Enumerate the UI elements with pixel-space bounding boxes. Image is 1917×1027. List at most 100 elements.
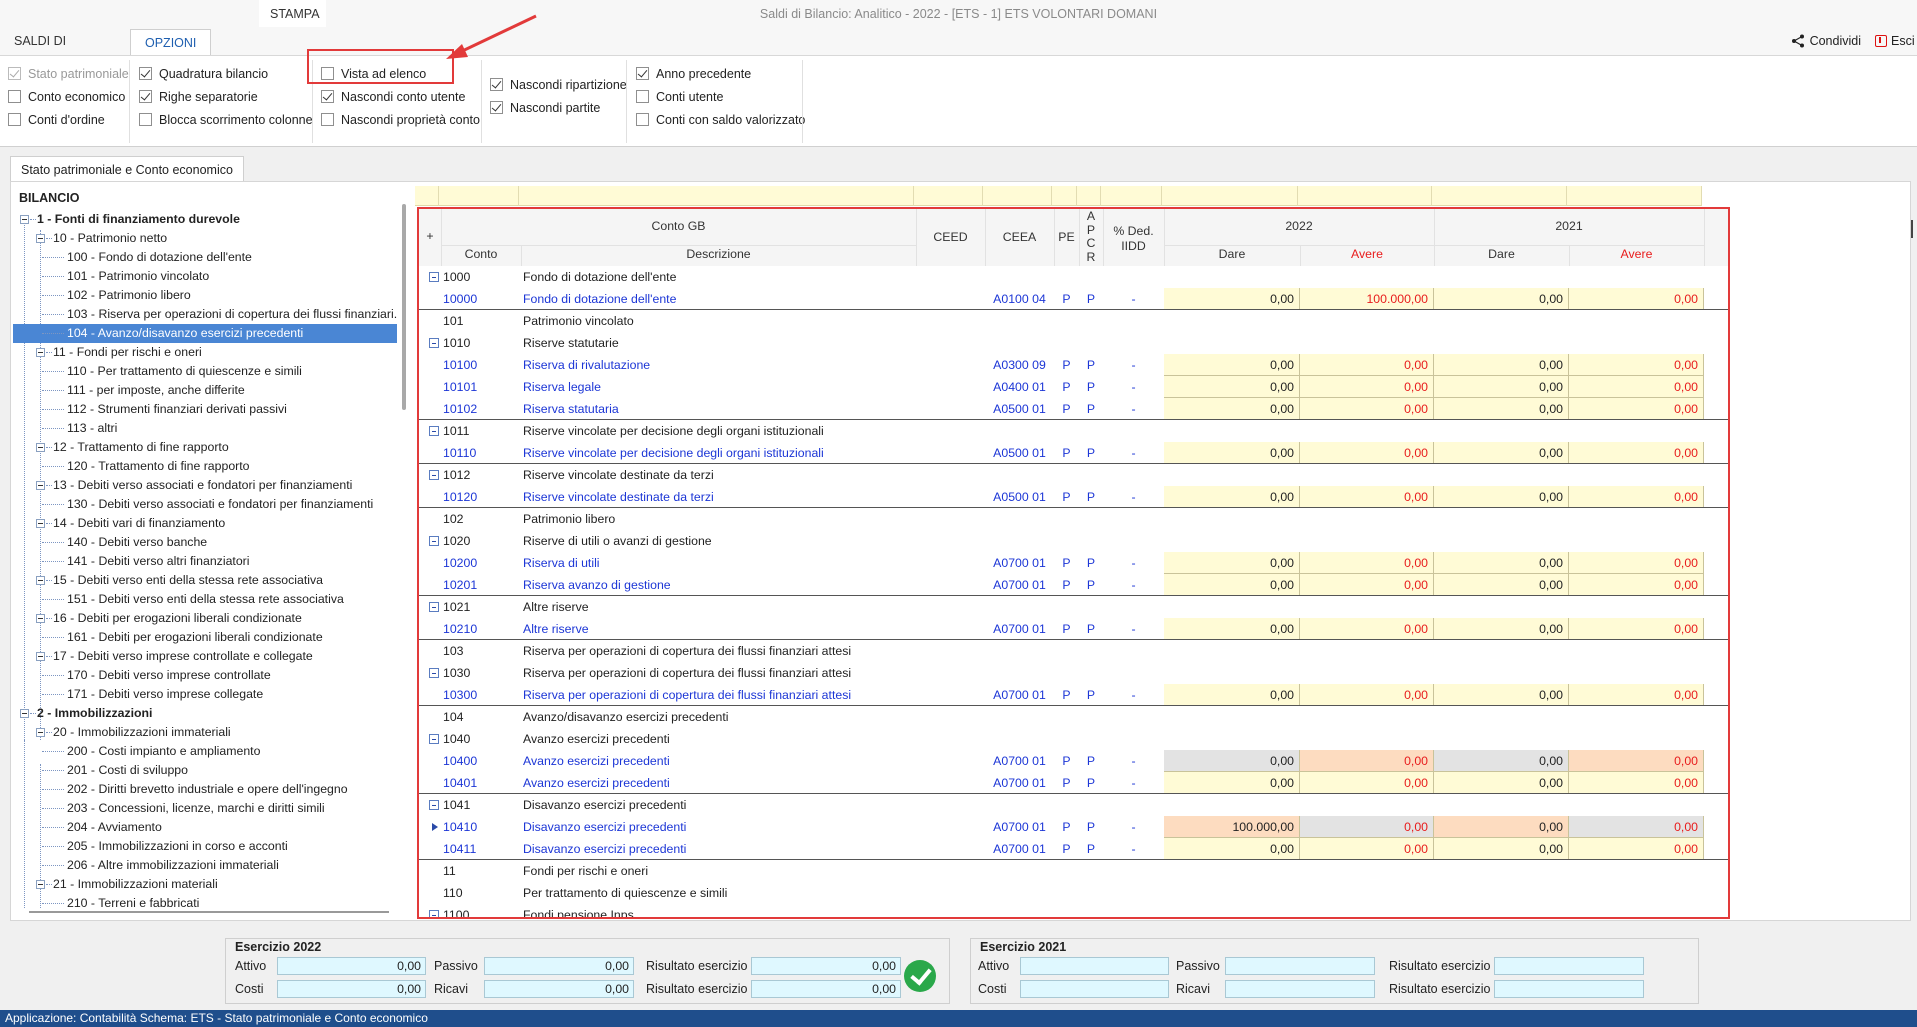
cell-avere-2022[interactable]: 0,00: [1300, 398, 1434, 420]
tree-node[interactable]: 11 - Fondi per rischi e oneri: [13, 343, 397, 362]
cell-conto[interactable]: 10410: [443, 816, 523, 838]
cell-avere-2021[interactable]: 0,00: [1569, 574, 1704, 596]
tree-node[interactable]: 171 - Debiti verso imprese collegate: [13, 685, 397, 704]
cell-dare-2021[interactable]: 0,00: [1434, 486, 1569, 508]
tree-node[interactable]: 113 - altri: [13, 419, 397, 438]
collapse-icon[interactable]: [429, 734, 439, 744]
cell-descrizione[interactable]: Altre riserve: [523, 618, 918, 640]
account-row[interactable]: 10200 Riserva di utili A0700 01 P P -0,00 0,00…: [419, 552, 1728, 574]
cell-dare-2021[interactable]: 0,00: [1434, 574, 1569, 596]
cell-avere-2021[interactable]: 0,00: [1569, 398, 1704, 420]
filter-cell[interactable]: [415, 186, 439, 206]
tree-node[interactable]: 2 - Immobilizzazioni: [13, 704, 397, 723]
tree-node[interactable]: 206 - Altre immobilizzazioni immateriali: [13, 856, 397, 875]
account-row[interactable]: 10102 Riserva statutaria A0500 01 P P -0,00 0,…: [419, 398, 1728, 420]
checkbox[interactable]: [8, 113, 21, 126]
cell-dare-2021[interactable]: 0,00: [1434, 442, 1569, 464]
cell-dare-2022[interactable]: 0,00: [1164, 376, 1300, 398]
cell-dare-2022[interactable]: 100.000,00: [1164, 816, 1300, 838]
filter-cell[interactable]: [1162, 186, 1298, 206]
account-row[interactable]: 10120 Riserve vincolate destinate da terz…: [419, 486, 1728, 508]
collapse-icon[interactable]: [429, 800, 439, 810]
cell-conto[interactable]: 10401: [443, 772, 523, 794]
tree-node[interactable]: 100 - Fondo di dotazione dell'ente: [13, 248, 397, 267]
collapse-icon[interactable]: [36, 576, 45, 585]
cell-avere-2022[interactable]: 0,00: [1300, 684, 1434, 706]
header-ceea[interactable]: CEEA: [985, 230, 1054, 244]
cell-descrizione[interactable]: Riserva di utili: [523, 552, 918, 574]
tree-node[interactable]: 20 - Immobilizzazioni immateriali: [13, 723, 397, 742]
cell-dare-2021[interactable]: 0,00: [1434, 838, 1569, 860]
checkbox[interactable]: [321, 90, 334, 103]
cell-avere-2021[interactable]: 0,00: [1569, 442, 1704, 464]
scroll-thumb[interactable]: [402, 204, 406, 410]
tree-node[interactable]: 104 - Avanzo/disavanzo esercizi preceden…: [13, 324, 397, 343]
cell-avere-2022[interactable]: 0,00: [1300, 354, 1434, 376]
cell-avere-2022[interactable]: 0,00: [1300, 486, 1434, 508]
grid-vertical-scrollbar[interactable]: [1911, 220, 1913, 238]
tree-node[interactable]: 141 - Debiti verso altri finanziatori: [13, 552, 397, 571]
checkbox[interactable]: [139, 67, 152, 80]
cell-avere-2021[interactable]: 0,00: [1569, 618, 1704, 640]
collapse-icon[interactable]: [20, 215, 29, 224]
cell-descrizione[interactable]: Disavanzo esercizi precedenti: [523, 816, 918, 838]
cell-dare-2022[interactable]: 0,00: [1164, 838, 1300, 860]
collapse-icon[interactable]: [429, 668, 439, 678]
cell-avere-2021[interactable]: 0,00: [1569, 552, 1704, 574]
cell-dare-2021[interactable]: 0,00: [1434, 772, 1569, 794]
group-row[interactable]: 101 Patrimonio vincolato: [419, 310, 1728, 332]
cell-avere-2021[interactable]: 0,00: [1569, 684, 1704, 706]
cell-avere-2022[interactable]: 0,00: [1300, 750, 1434, 772]
cell-dare-2021[interactable]: 0,00: [1434, 750, 1569, 772]
cell-dare-2022[interactable]: 0,00: [1164, 772, 1300, 794]
cell-dare-2021[interactable]: 0,00: [1434, 288, 1569, 310]
group-row[interactable]: 1040 Avanzo esercizi precedenti: [419, 728, 1728, 750]
cell-dare-2022[interactable]: 0,00: [1164, 398, 1300, 420]
cell-dare-2022[interactable]: 0,00: [1164, 442, 1300, 464]
header-descrizione[interactable]: Descrizione: [521, 247, 916, 261]
tree-node[interactable]: 204 - Avviamento: [13, 818, 397, 837]
account-row[interactable]: 10000 Fondo di dotazione dell'ente A0100 0…: [419, 288, 1728, 310]
cell-avere-2021[interactable]: 0,00: [1569, 838, 1704, 860]
collapse-icon[interactable]: [429, 426, 439, 436]
checkbox[interactable]: [139, 90, 152, 103]
tree-node[interactable]: 210 - Terreni e fabbricati: [13, 894, 397, 909]
cell-avere-2022[interactable]: 0,00: [1300, 772, 1434, 794]
account-row[interactable]: 10411 Disavanzo esercizi precedenti A0700 …: [419, 838, 1728, 860]
cell-descrizione[interactable]: Disavanzo esercizi precedenti: [523, 838, 918, 860]
cell-avere-2021[interactable]: 0,00: [1569, 354, 1704, 376]
account-row[interactable]: 10401 Avanzo esercizi precedenti A0700 01 P…: [419, 772, 1728, 794]
group-row[interactable]: 1100 Fondi pensione Inps: [419, 904, 1728, 917]
header-ded-iidd[interactable]: % Ded. IIDD: [1103, 224, 1164, 254]
tree-node[interactable]: 16 - Debiti per erogazioni liberali cond…: [13, 609, 397, 628]
cell-avere-2021[interactable]: 0,00: [1569, 816, 1704, 838]
cell-avere-2022[interactable]: 0,00: [1300, 574, 1434, 596]
tree-node[interactable]: 140 - Debiti verso banche: [13, 533, 397, 552]
tree-node[interactable]: 15 - Debiti verso enti della stessa rete…: [13, 571, 397, 590]
checkbox[interactable]: [636, 67, 649, 80]
cell-dare-2022[interactable]: 0,00: [1164, 552, 1300, 574]
cell-dare-2021[interactable]: 0,00: [1434, 618, 1569, 640]
cell-descrizione[interactable]: Riserva legale: [523, 376, 918, 398]
cell-avere-2021[interactable]: 0,00: [1569, 376, 1704, 398]
collapse-icon[interactable]: [20, 709, 29, 718]
cell-conto[interactable]: 10110: [443, 442, 523, 464]
filter-cell[interactable]: [519, 186, 914, 206]
collapse-icon[interactable]: [429, 470, 439, 480]
tree-node[interactable]: 110 - Per trattamento di quiescenze e si…: [13, 362, 397, 381]
cell-descrizione[interactable]: Avanzo esercizi precedenti: [523, 772, 918, 794]
cell-avere-2021[interactable]: 0,00: [1569, 486, 1704, 508]
cell-avere-2021[interactable]: 0,00: [1569, 288, 1704, 310]
checkbox[interactable]: [8, 67, 21, 80]
cell-dare-2021[interactable]: 0,00: [1434, 398, 1569, 420]
cell-avere-2022[interactable]: 0,00: [1300, 816, 1434, 838]
option-anno-precedente[interactable]: Anno precedente: [636, 62, 805, 85]
collapse-icon[interactable]: [429, 338, 439, 348]
account-row[interactable]: 10100 Riserva di rivalutazione A0300 09 P P -…: [419, 354, 1728, 376]
collapse-icon[interactable]: [36, 348, 45, 357]
cell-avere-2022[interactable]: 0,00: [1300, 618, 1434, 640]
tree-node[interactable]: 1 - Fonti di finanziamento durevole: [13, 210, 397, 229]
tab-stampa[interactable]: STAMPA: [259, 0, 326, 27]
cell-conto[interactable]: 10400: [443, 750, 523, 772]
tree-node[interactable]: 170 - Debiti verso imprese controllate: [13, 666, 397, 685]
